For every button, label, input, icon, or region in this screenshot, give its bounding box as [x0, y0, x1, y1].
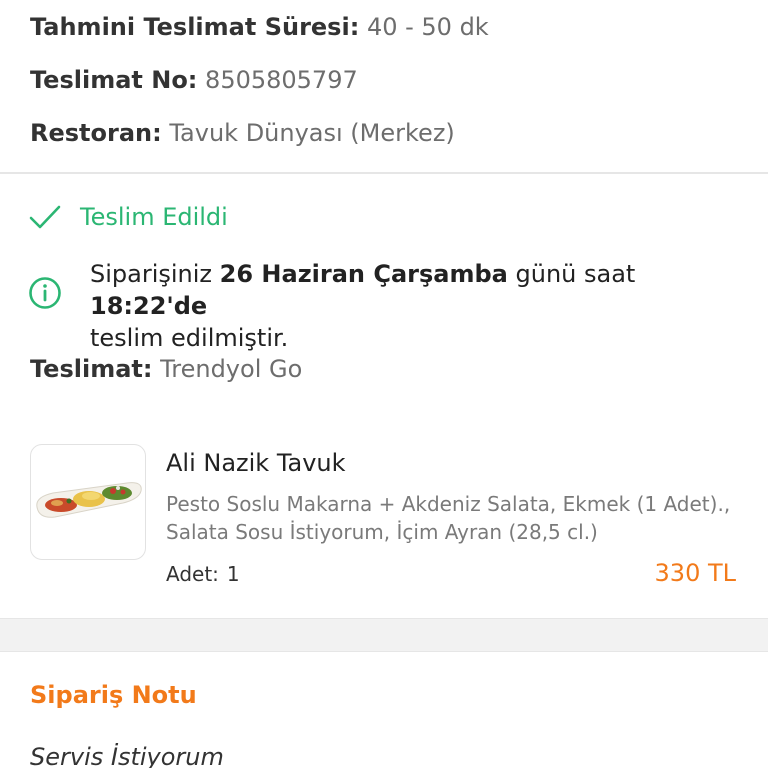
quantity-value: 1 — [226, 562, 240, 586]
quantity-label: Adet: — [166, 562, 219, 586]
notice-suffix: teslim edilmiştir. — [90, 324, 289, 352]
product-name: Ali Nazik Tavuk — [166, 449, 346, 477]
product-image[interactable] — [30, 444, 146, 560]
restaurant-value: Tavuk Dünyası (Merkez) — [169, 119, 455, 147]
delivery-provider-value: Trendyol Go — [160, 355, 303, 383]
section-separator — [0, 618, 768, 652]
eta-value: 40 - 50 dk — [366, 13, 489, 41]
order-note-text: Servis İstiyorum — [30, 743, 224, 768]
notice-message: Siparişiniz 26 Haziran Çarşamba günü saa… — [90, 258, 750, 354]
status-label: Teslim Edildi — [80, 203, 228, 231]
delivery-no-value: 8505805797 — [205, 66, 358, 94]
eta-row: Tahmini Teslimat Süresi: 40 - 50 dk — [30, 12, 489, 42]
product-description: Pesto Soslu Makarna + Akdeniz Salata, Ek… — [166, 492, 731, 544]
delivery-provider-label: Teslimat: — [30, 355, 153, 383]
notice-time: 18:22'de — [90, 292, 208, 320]
eta-label: Tahmini Teslimat Süresi: — [30, 13, 360, 41]
food-plate-icon — [36, 482, 142, 518]
product-price: 330 TL — [654, 559, 736, 587]
product-quantity: Adet: 1 — [166, 560, 240, 588]
delivery-no-label: Teslimat No: — [30, 66, 198, 94]
delivery-no-row: Teslimat No: 8505805797 — [30, 65, 358, 95]
delivery-provider-row: Teslimat: Trendyol Go — [30, 354, 302, 384]
delivery-status: Teslim Edildi — [28, 200, 228, 234]
info-circle-icon — [29, 277, 61, 309]
section-divider — [0, 172, 768, 174]
check-icon — [29, 205, 61, 229]
restaurant-label: Restoran: — [30, 119, 162, 147]
order-note-title: Sipariş Notu — [30, 681, 197, 709]
notice-prefix: Siparişiniz — [90, 260, 220, 288]
notice-date: 26 Haziran Çarşamba — [219, 260, 508, 288]
restaurant-row: Restoran: Tavuk Dünyası (Merkez) — [30, 118, 455, 148]
notice-middle: günü saat — [507, 260, 636, 288]
